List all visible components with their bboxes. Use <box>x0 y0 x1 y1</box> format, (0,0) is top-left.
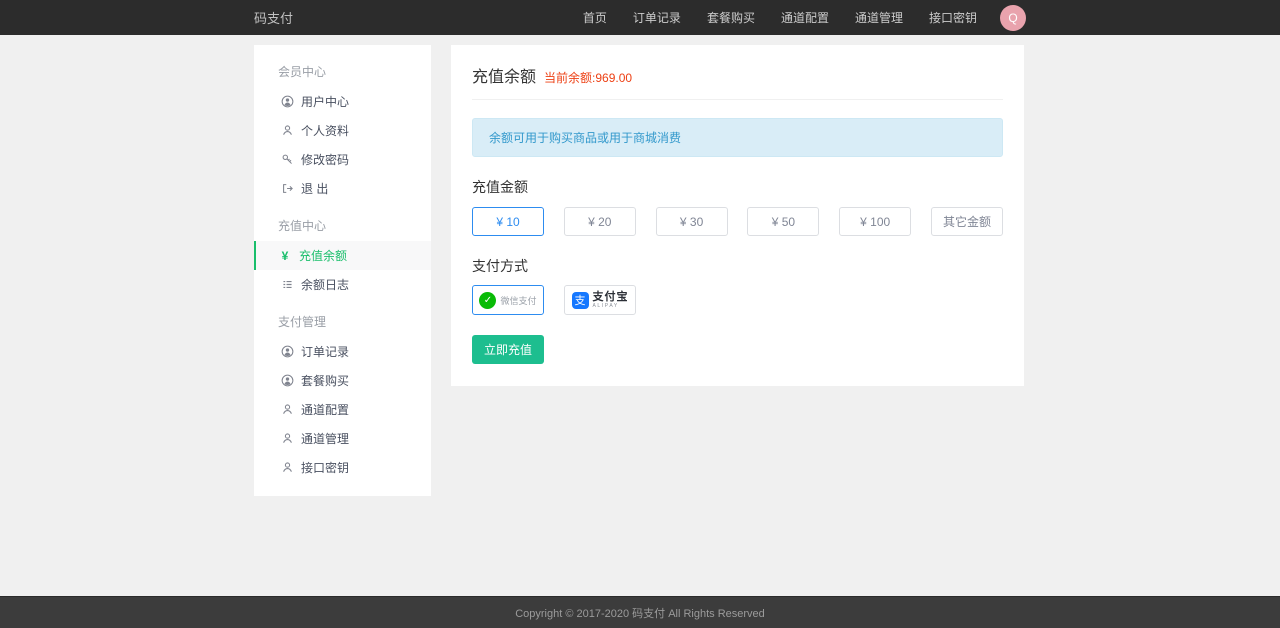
current-balance: 当前余额:969.00 <box>544 69 632 86</box>
sidebar-item-label: 余额日志 <box>301 276 349 293</box>
person-icon <box>280 124 294 138</box>
payment-option-wechat[interactable]: ✓ 微信支付 <box>472 285 544 315</box>
person-icon <box>280 461 294 475</box>
wechat-pay-icon: ✓ <box>479 292 496 309</box>
sidebar-item-logout[interactable]: 退 出 <box>254 174 431 203</box>
alipay-icon: 支 <box>572 292 589 309</box>
sidebar-item-balance-log[interactable]: 余额日志 <box>254 270 431 299</box>
sidebar-item-recharge-balance[interactable]: ¥ 充值余额 <box>254 241 431 270</box>
key-icon <box>280 153 294 167</box>
payment-section-label: 支付方式 <box>472 256 1003 276</box>
nav-item-channel-manage[interactable]: 通道管理 <box>842 0 916 35</box>
sidebar-item-order-records[interactable]: 订单记录 <box>254 337 431 366</box>
nav-item-packages[interactable]: 套餐购买 <box>694 0 768 35</box>
list-icon <box>280 278 294 292</box>
footer: Copyright © 2017-2020 码支付 All Rights Res… <box>0 596 1280 628</box>
sidebar-header-member-center: 会员中心 <box>254 55 431 87</box>
amount-option-30[interactable]: ¥ 30 <box>656 207 728 236</box>
user-circle-icon <box>280 374 294 388</box>
sidebar-item-channel-manage[interactable]: 通道管理 <box>254 424 431 453</box>
sidebar-item-change-password[interactable]: 修改密码 <box>254 145 431 174</box>
sidebar-item-label: 充值余额 <box>299 247 347 264</box>
nav-item-orders[interactable]: 订单记录 <box>620 0 694 35</box>
sidebar-header-payment-manage: 支付管理 <box>254 305 431 337</box>
amount-option-other[interactable]: 其它金额 <box>931 207 1003 236</box>
sidebar: 会员中心 用户中心 个人资料 修改密码 退 出 充值中心 <box>254 45 431 496</box>
sidebar-item-label: 退 出 <box>301 180 328 197</box>
sidebar-item-label: 订单记录 <box>301 343 349 360</box>
nav-item-api-key[interactable]: 接口密钥 <box>916 0 990 35</box>
amount-section-label: 充值金额 <box>472 177 1003 197</box>
amount-option-10[interactable]: ¥ 10 <box>472 207 544 236</box>
alipay-label: 支付宝 ALIPAY <box>593 292 629 309</box>
brand-logo[interactable]: 码支付 <box>254 8 293 27</box>
sidebar-item-profile[interactable]: 个人资料 <box>254 116 431 145</box>
recharge-panel: 充值余额 当前余额:969.00 余额可用于购买商品或用于商城消费 充值金额 ¥… <box>451 45 1024 386</box>
nav-links: 首页 订单记录 套餐购买 通道配置 通道管理 接口密钥 Q <box>570 0 1026 35</box>
content-area: 会员中心 用户中心 个人资料 修改密码 退 出 充值中心 <box>254 35 1026 596</box>
amount-options: ¥ 10 ¥ 20 ¥ 30 ¥ 50 ¥ 100 其它金额 <box>472 207 1003 236</box>
person-icon <box>280 403 294 417</box>
amount-option-100[interactable]: ¥ 100 <box>839 207 911 236</box>
nav-item-home[interactable]: 首页 <box>570 0 620 35</box>
top-navbar: 码支付 首页 订单记录 套餐购买 通道配置 通道管理 接口密钥 Q <box>0 0 1280 35</box>
recharge-now-button[interactable]: 立即充值 <box>472 335 544 364</box>
sidebar-item-user-center[interactable]: 用户中心 <box>254 87 431 116</box>
sidebar-item-label: 用户中心 <box>301 93 349 110</box>
sidebar-item-label: 通道管理 <box>301 430 349 447</box>
yen-icon: ¥ <box>278 249 292 263</box>
sidebar-item-label: 个人资料 <box>301 122 349 139</box>
copyright-text: Copyright © 2017-2020 码支付 All Rights Res… <box>515 605 765 621</box>
logout-icon <box>280 182 294 196</box>
payment-options: ✓ 微信支付 支 支付宝 ALIPAY <box>472 285 1003 315</box>
sidebar-item-channel-config[interactable]: 通道配置 <box>254 395 431 424</box>
sidebar-item-label: 通道配置 <box>301 401 349 418</box>
sidebar-header-recharge-center: 充值中心 <box>254 209 431 241</box>
page-title: 充值余额 <box>472 63 536 87</box>
info-alert: 余额可用于购买商品或用于商城消费 <box>472 118 1003 157</box>
amount-option-20[interactable]: ¥ 20 <box>564 207 636 236</box>
amount-option-50[interactable]: ¥ 50 <box>747 207 819 236</box>
user-circle-icon <box>280 95 294 109</box>
sidebar-item-api-key[interactable]: 接口密钥 <box>254 453 431 482</box>
avatar[interactable]: Q <box>1000 5 1026 31</box>
nav-item-channel-config[interactable]: 通道配置 <box>768 0 842 35</box>
sidebar-item-label: 接口密钥 <box>301 459 349 476</box>
sidebar-item-label: 套餐购买 <box>301 372 349 389</box>
sidebar-item-package-buy[interactable]: 套餐购买 <box>254 366 431 395</box>
person-icon <box>280 432 294 446</box>
user-circle-icon <box>280 345 294 359</box>
wechat-pay-label: 微信支付 <box>500 294 536 307</box>
sidebar-item-label: 修改密码 <box>301 151 349 168</box>
title-row: 充值余额 当前余额:969.00 <box>472 63 1003 100</box>
payment-option-alipay[interactable]: 支 支付宝 ALIPAY <box>564 285 636 315</box>
